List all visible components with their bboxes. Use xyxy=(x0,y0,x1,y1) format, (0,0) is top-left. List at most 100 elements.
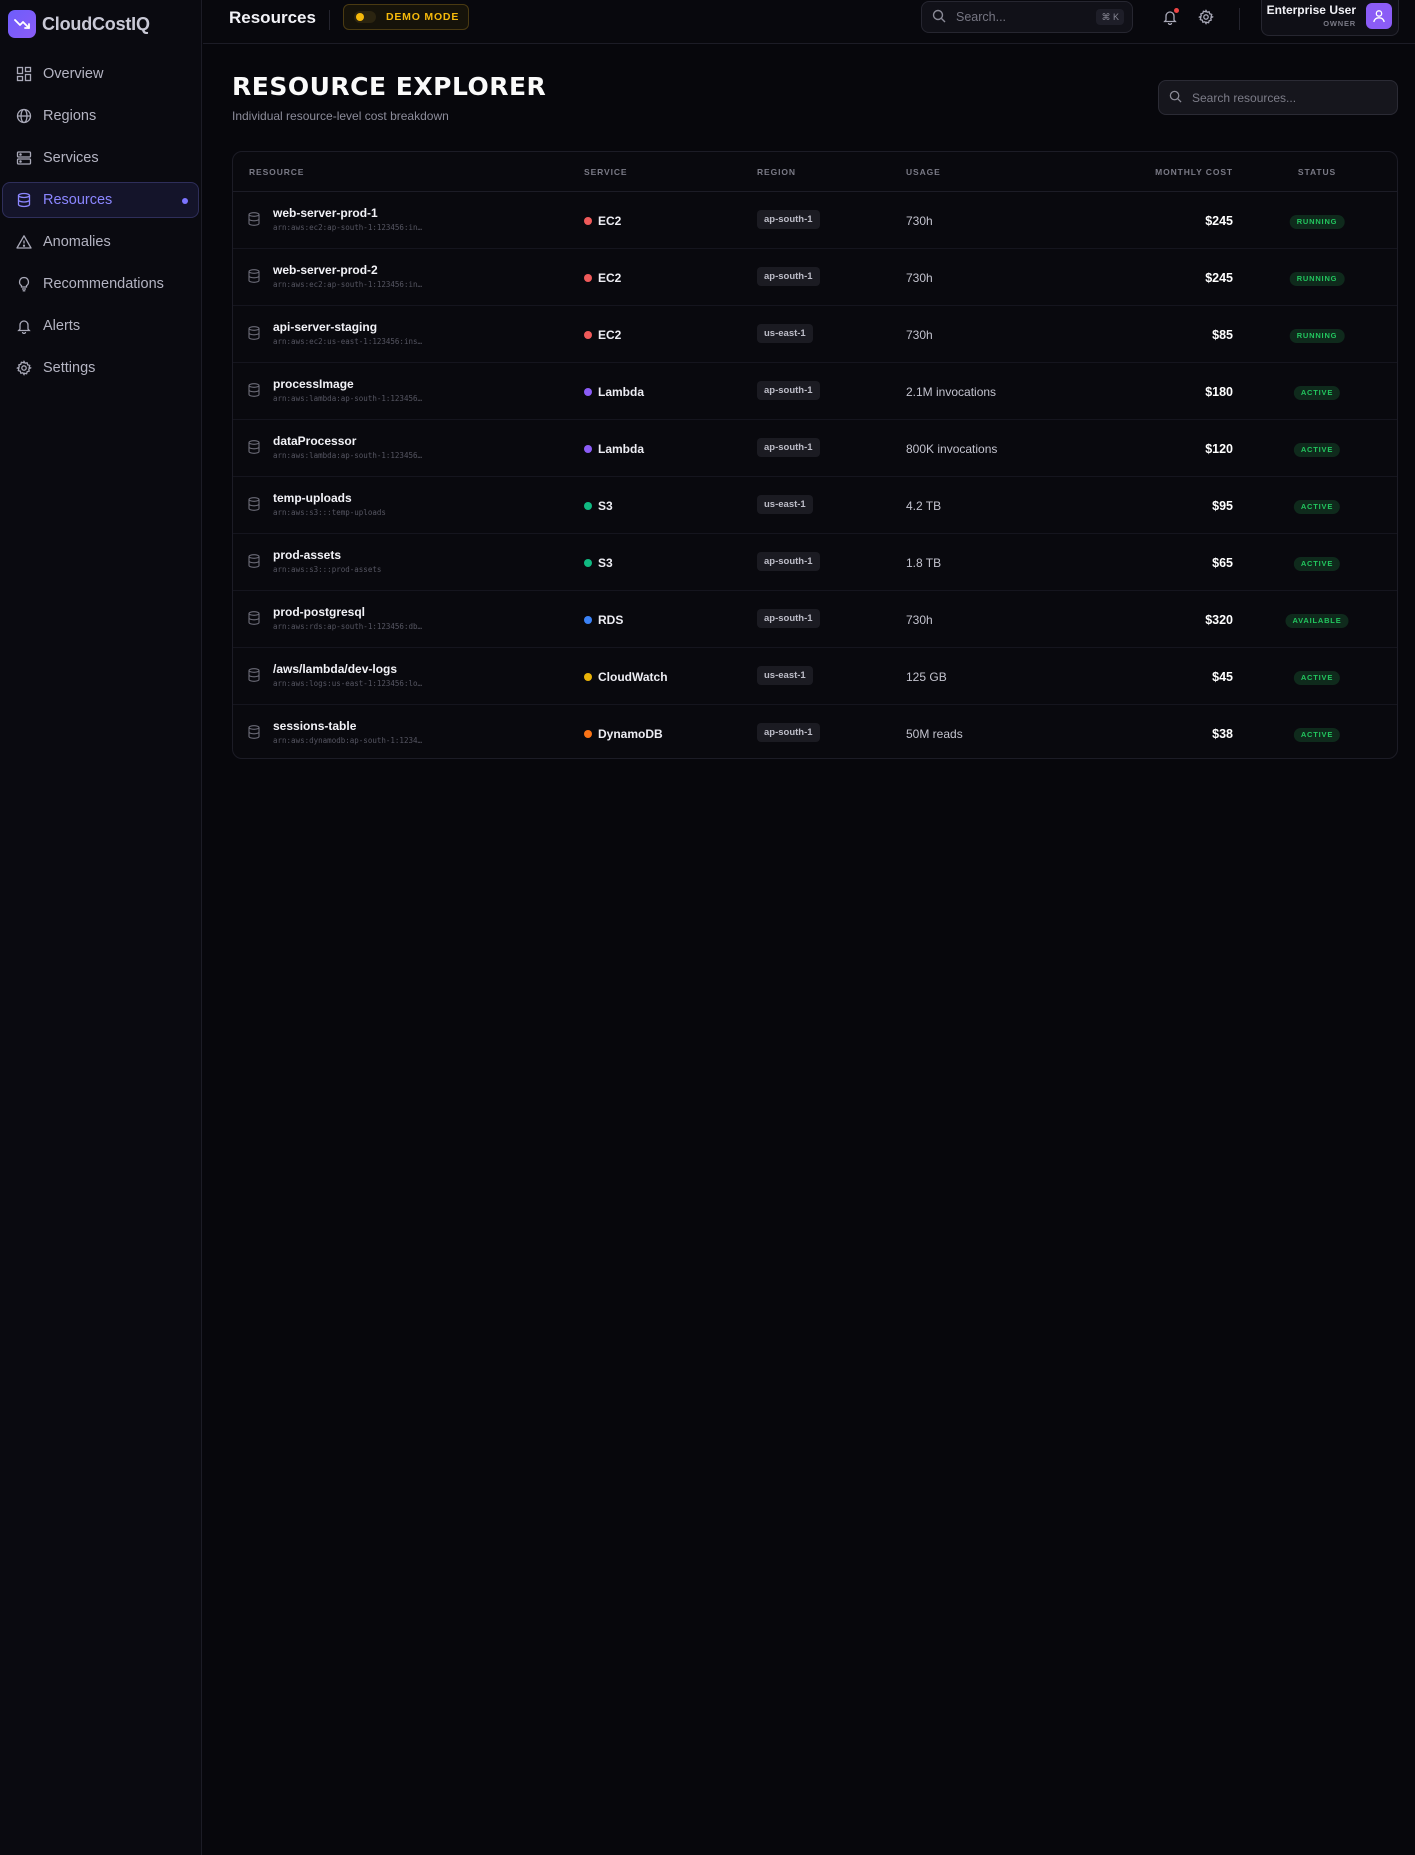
search-placeholder: Search resources... xyxy=(1192,90,1297,105)
sidebar-item-services[interactable]: Services xyxy=(2,140,199,176)
service-color-dot xyxy=(584,730,592,738)
service-cell: CloudWatch xyxy=(584,670,668,684)
column-header-region[interactable]: REGION xyxy=(757,167,796,177)
table-row[interactable]: processImage arn:aws:lambda:ap-south-1:12… xyxy=(233,363,1397,420)
resource-arn: arn:aws:ec2:ap-south-1:123456:in… xyxy=(273,223,423,232)
resource-arn: arn:aws:s3:::prod-assets xyxy=(273,565,382,574)
user-menu[interactable]: Enterprise User OWNER xyxy=(1261,0,1399,36)
app-name: CloudCostIQ xyxy=(42,13,150,34)
monthly-cost: $320 xyxy=(1205,613,1233,627)
column-header-status[interactable]: STATUS xyxy=(1298,167,1336,177)
service-name: DynamoDB xyxy=(598,727,663,741)
region-badge: ap-south-1 xyxy=(757,267,820,286)
region-badge: ap-south-1 xyxy=(757,438,820,457)
sidebar-item-label: Alerts xyxy=(43,318,81,334)
table-row[interactable]: /aws/lambda/dev-logs arn:aws:logs:us-east… xyxy=(233,648,1397,705)
monthly-cost: $95 xyxy=(1212,499,1233,513)
service-cell: S3 xyxy=(584,556,613,570)
resource-arn: arn:aws:dynamodb:ap-south-1:1234… xyxy=(273,736,423,745)
table-header: RESOURCE SERVICE REGION USAGE MONTHLY CO… xyxy=(233,152,1397,192)
resource-name[interactable]: temp-uploads xyxy=(273,491,352,505)
column-header-monthly-cost[interactable]: MONTHLY COST xyxy=(1155,167,1233,177)
sidebar-item-anomalies[interactable]: Anomalies xyxy=(2,224,199,260)
status-badge: ACTIVE xyxy=(1293,386,1341,400)
status-badge: ACTIVE xyxy=(1293,443,1341,457)
column-header-usage[interactable]: USAGE xyxy=(906,167,941,177)
service-color-dot xyxy=(584,559,592,567)
region-badge: ap-south-1 xyxy=(757,210,820,229)
monthly-cost: $180 xyxy=(1205,385,1233,399)
table-row[interactable]: web-server-prod-1 arn:aws:ec2:ap-south-1:… xyxy=(233,192,1397,249)
service-cell: EC2 xyxy=(584,271,621,285)
resources-table: RESOURCE SERVICE REGION USAGE MONTHLY CO… xyxy=(232,151,1398,759)
search-icon xyxy=(932,9,946,26)
sidebar-item-settings[interactable]: Settings xyxy=(2,350,199,386)
settings-gear-icon[interactable] xyxy=(1197,8,1215,26)
service-name: S3 xyxy=(598,499,613,513)
resource-arn: arn:aws:rds:ap-south-1:123456:db… xyxy=(273,622,423,631)
sidebar-item-regions[interactable]: Regions xyxy=(2,98,199,134)
column-header-service[interactable]: SERVICE xyxy=(584,167,627,177)
notifications-bell-icon[interactable] xyxy=(1161,8,1179,26)
resource-name[interactable]: web-server-prod-2 xyxy=(273,263,378,277)
resource-name[interactable]: dataProcessor xyxy=(273,434,356,448)
monthly-cost: $38 xyxy=(1212,727,1233,741)
table-row[interactable]: temp-uploads arn:aws:s3:::temp-uploads S3 u… xyxy=(233,477,1397,534)
toggle-switch-icon xyxy=(354,11,376,23)
sidebar-item-alerts[interactable]: Alerts xyxy=(2,308,199,344)
sidebar-item-overview[interactable]: Overview xyxy=(2,56,199,92)
resource-name[interactable]: processImage xyxy=(273,377,354,391)
sidebar-item-resources[interactable]: Resources xyxy=(2,182,199,218)
section-heading: RESOURCE EXPLORER xyxy=(232,72,547,101)
resource-name[interactable]: sessions-table xyxy=(273,719,356,733)
database-icon xyxy=(248,725,260,739)
table-row[interactable]: api-server-staging arn:aws:ec2:us-east-1:… xyxy=(233,306,1397,363)
resource-name[interactable]: prod-assets xyxy=(273,548,341,562)
service-cell: RDS xyxy=(584,613,623,627)
table-row[interactable]: sessions-table arn:aws:dynamodb:ap-south-… xyxy=(233,705,1397,758)
brand[interactable]: CloudCostIQ xyxy=(0,0,201,48)
monthly-cost: $65 xyxy=(1212,556,1233,570)
service-name: CloudWatch xyxy=(598,670,668,684)
grid-icon xyxy=(15,65,33,83)
column-header-resource[interactable]: RESOURCE xyxy=(249,167,304,177)
resource-name[interactable]: /aws/lambda/dev-logs xyxy=(273,662,397,676)
demo-mode-toggle[interactable]: DEMO MODE xyxy=(343,4,469,30)
user-icon xyxy=(1373,10,1385,23)
resource-name[interactable]: api-server-staging xyxy=(273,320,377,334)
sidebar-item-recommendations[interactable]: Recommendations xyxy=(2,266,199,302)
service-name: EC2 xyxy=(598,328,622,342)
table-row[interactable]: prod-postgresql arn:aws:rds:ap-south-1:12… xyxy=(233,591,1397,648)
table-row[interactable]: web-server-prod-2 arn:aws:ec2:ap-south-1:… xyxy=(233,249,1397,306)
demo-mode-label: DEMO MODE xyxy=(386,11,460,23)
database-icon xyxy=(248,497,260,511)
resource-search-input[interactable]: Search resources... xyxy=(1158,80,1398,115)
status-badge: RUNNING xyxy=(1289,215,1345,229)
usage-value: 800K invocations xyxy=(906,442,998,456)
resource-name[interactable]: prod-postgresql xyxy=(273,605,365,619)
database-icon xyxy=(248,326,260,340)
status-badge: ACTIVE xyxy=(1293,728,1341,742)
usage-value: 125 GB xyxy=(906,670,947,684)
service-name: EC2 xyxy=(598,271,622,285)
service-name: Lambda xyxy=(598,442,645,456)
table-row[interactable]: dataProcessor arn:aws:lambda:ap-south-1:1… xyxy=(233,420,1397,477)
sidebar-item-label: Resources xyxy=(43,192,113,208)
table-row[interactable]: prod-assets arn:aws:s3:::prod-assets S3 ap-… xyxy=(233,534,1397,591)
service-name: S3 xyxy=(598,556,613,570)
sidebar-item-label: Recommendations xyxy=(43,276,164,292)
search-icon xyxy=(1169,90,1182,106)
database-icon xyxy=(248,269,260,283)
region-badge: ap-south-1 xyxy=(757,381,820,400)
sidebar-item-label: Anomalies xyxy=(43,234,111,250)
region-badge: ap-south-1 xyxy=(757,609,820,628)
database-icon xyxy=(248,668,260,682)
usage-value: 730h xyxy=(906,328,933,342)
global-search-input[interactable]: Search... ⌘ K xyxy=(921,1,1133,33)
sidebar-item-label: Regions xyxy=(43,108,97,124)
database-icon xyxy=(248,554,260,568)
search-placeholder: Search... xyxy=(956,10,1007,24)
active-indicator xyxy=(182,198,188,204)
resource-name[interactable]: web-server-prod-1 xyxy=(273,206,378,220)
database-icon xyxy=(248,611,260,625)
